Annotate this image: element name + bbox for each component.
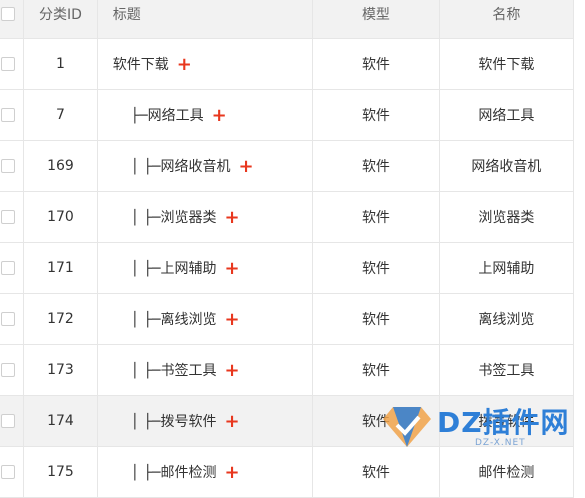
add-subcategory-icon[interactable]: + — [239, 158, 254, 176]
row-title-cell: │ ├─ 上网辅助 + — [96, 242, 314, 294]
row-id: 173 — [23, 344, 98, 396]
row-name: 网络工具 — [438, 89, 575, 141]
row-title[interactable]: 书签工具 — [161, 363, 217, 379]
header-name[interactable]: 名称 — [438, 0, 575, 39]
row-title[interactable]: 上网辅助 — [161, 261, 217, 277]
row-select-cell — [0, 191, 25, 243]
row-checkbox[interactable] — [1, 465, 16, 479]
row-name: 网络收音机 — [438, 140, 575, 192]
tree-indent: │ ├─ — [130, 261, 161, 277]
row-checkbox[interactable] — [1, 261, 16, 275]
row-select-cell — [0, 89, 25, 141]
row-checkbox[interactable] — [1, 108, 16, 122]
tree-indent: │ ├─ — [130, 312, 161, 328]
table-row: 1 软件下载 + 软件 软件下载 — [0, 38, 575, 90]
row-id: 169 — [23, 140, 98, 192]
add-subcategory-icon[interactable]: + — [225, 260, 240, 278]
row-model: 软件 — [312, 89, 440, 141]
row-id: 175 — [23, 446, 98, 498]
row-checkbox[interactable] — [1, 159, 16, 173]
tree-indent: │ ├─ — [130, 210, 161, 226]
row-title[interactable]: 邮件检测 — [161, 465, 217, 481]
table-row: 175 │ ├─ 邮件检测 + 软件 邮件检测 — [0, 446, 575, 498]
row-title[interactable]: 网络工具 — [148, 108, 204, 124]
add-subcategory-icon[interactable]: + — [177, 56, 192, 74]
row-title[interactable]: 离线浏览 — [161, 312, 217, 328]
header-title[interactable]: 标题 — [96, 0, 314, 39]
row-id: 171 — [23, 242, 98, 294]
category-table: 分类ID 标题 模型 名称 1 软件下载 + 软件 软件下载 7 ├─ 网络工具 +… — [0, 0, 575, 498]
tree-indent: │ ├─ — [130, 363, 161, 379]
row-title-cell: │ ├─ 拨号软件 + — [96, 395, 314, 447]
row-name: 浏览器类 — [438, 191, 575, 243]
table-row: 170 │ ├─ 浏览器类 + 软件 浏览器类 — [0, 191, 575, 243]
row-select-cell — [0, 140, 25, 192]
add-subcategory-icon[interactable]: + — [225, 311, 240, 329]
row-title-cell: │ ├─ 网络收音机 + — [96, 140, 314, 192]
row-title[interactable]: 拨号软件 — [161, 414, 217, 430]
row-title-cell: │ ├─ 离线浏览 + — [96, 293, 314, 345]
row-select-cell — [0, 242, 25, 294]
add-subcategory-icon[interactable]: + — [225, 209, 240, 227]
add-subcategory-icon[interactable]: + — [212, 107, 227, 125]
row-model: 软件 — [312, 191, 440, 243]
row-select-cell — [0, 395, 25, 447]
row-model: 软件 — [312, 293, 440, 345]
row-title-cell: │ ├─ 浏览器类 + — [96, 191, 314, 243]
table-row: 171 │ ├─ 上网辅助 + 软件 上网辅助 — [0, 242, 575, 294]
row-model: 软件 — [312, 140, 440, 192]
row-select-cell — [0, 344, 25, 396]
row-model: 软件 — [312, 242, 440, 294]
row-name: 离线浏览 — [438, 293, 575, 345]
row-select-cell — [0, 446, 25, 498]
row-model: 软件 — [312, 395, 440, 447]
row-select-cell — [0, 293, 25, 345]
row-checkbox[interactable] — [1, 363, 16, 377]
row-id: 172 — [23, 293, 98, 345]
row-model: 软件 — [312, 344, 440, 396]
table-row: 172 │ ├─ 离线浏览 + 软件 离线浏览 — [0, 293, 575, 345]
header-category-id[interactable]: 分类ID — [23, 0, 98, 39]
row-name: 书签工具 — [438, 344, 575, 396]
add-subcategory-icon[interactable]: + — [225, 464, 240, 482]
tree-indent: │ ├─ — [130, 465, 161, 481]
row-checkbox[interactable] — [1, 57, 16, 71]
row-checkbox[interactable] — [1, 210, 16, 224]
row-id: 170 — [23, 191, 98, 243]
row-name: 软件下载 — [438, 38, 575, 90]
row-name: 上网辅助 — [438, 242, 575, 294]
row-title[interactable]: 网络收音机 — [161, 159, 231, 175]
table-row: 7 ├─ 网络工具 + 软件 网络工具 — [0, 89, 575, 141]
row-id: 1 — [23, 38, 98, 90]
row-model: 软件 — [312, 446, 440, 498]
add-subcategory-icon[interactable]: + — [225, 362, 240, 380]
add-subcategory-icon[interactable]: + — [225, 413, 240, 431]
row-title[interactable]: 浏览器类 — [161, 210, 217, 226]
row-title-cell: │ ├─ 邮件检测 + — [96, 446, 314, 498]
row-checkbox[interactable] — [1, 414, 16, 428]
header-model[interactable]: 模型 — [312, 0, 440, 39]
tree-indent: ├─ — [130, 108, 148, 124]
row-title-cell: 软件下载 + — [96, 38, 314, 90]
tree-indent: │ ├─ — [130, 414, 161, 430]
select-all-cell — [0, 0, 25, 39]
row-title-cell: ├─ 网络工具 + — [96, 89, 314, 141]
table-row: 174 │ ├─ 拨号软件 + 软件 拨号软件 — [0, 395, 575, 447]
table-header-row: 分类ID 标题 模型 名称 — [0, 0, 575, 39]
tree-indent: │ ├─ — [130, 159, 161, 175]
row-model: 软件 — [312, 38, 440, 90]
row-select-cell — [0, 38, 25, 90]
row-checkbox[interactable] — [1, 312, 16, 326]
table-row: 173 │ ├─ 书签工具 + 软件 书签工具 — [0, 344, 575, 396]
row-title-cell: │ ├─ 书签工具 + — [96, 344, 314, 396]
row-title[interactable]: 软件下载 — [113, 57, 169, 73]
row-name: 邮件检测 — [438, 446, 575, 498]
row-id: 7 — [23, 89, 98, 141]
row-id: 174 — [23, 395, 98, 447]
select-all-checkbox[interactable] — [1, 6, 16, 21]
table-row: 169 │ ├─ 网络收音机 + 软件 网络收音机 — [0, 140, 575, 192]
row-name: 拨号软件 — [438, 395, 575, 447]
